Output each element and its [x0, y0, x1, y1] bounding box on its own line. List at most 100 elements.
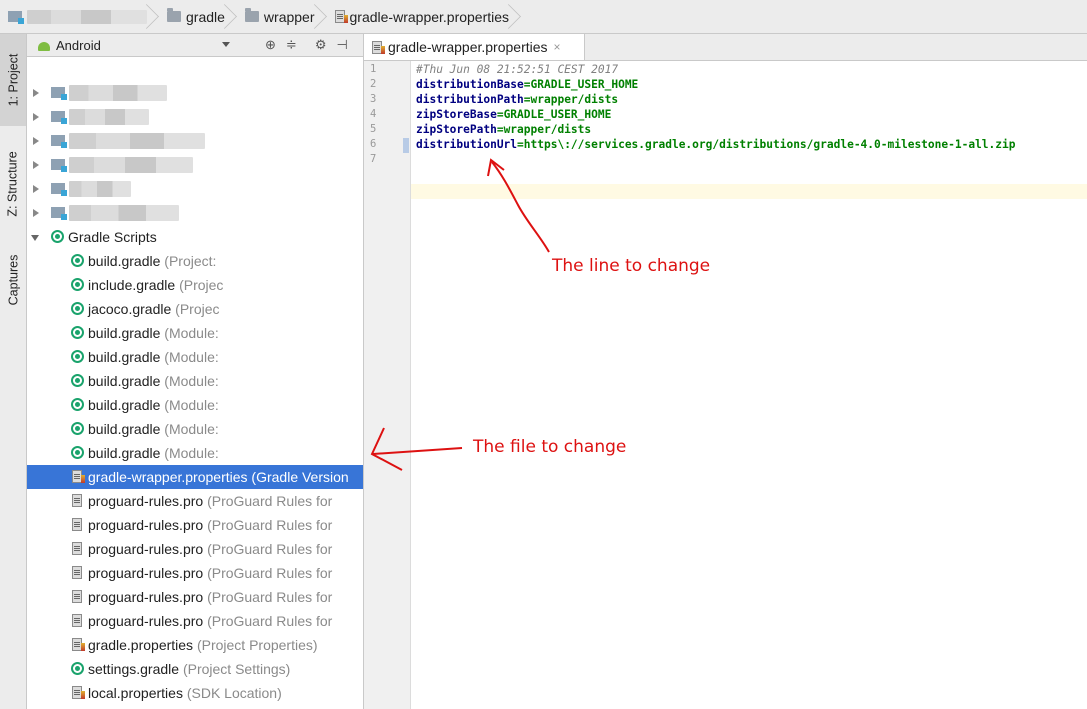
tree-module-row[interactable] — [27, 81, 363, 105]
editor-tab-bar: gradle-wrapper.properties × — [364, 34, 1087, 61]
file-name: gradle-wrapper.properties — [88, 469, 248, 485]
tree-file-row[interactable]: build.gradle (Module: — [27, 441, 363, 465]
tree-file-row[interactable]: proguard-rules.pro (ProGuard Rules for — [27, 489, 363, 513]
gradle-icon — [71, 302, 84, 315]
tree-module-row[interactable] — [27, 153, 363, 177]
properties-icon — [72, 686, 85, 699]
expand-arrow-icon[interactable] — [33, 113, 39, 121]
file-name: build.gradle — [88, 253, 161, 269]
code-line[interactable]: zipStoreBase=GRADLE_USER_HOME — [416, 108, 611, 121]
tree-file-row[interactable]: gradle-wrapper.properties (Gradle Versio… — [27, 465, 363, 489]
file-name: build.gradle — [88, 373, 161, 389]
file-hint: (ProGuard Rules for — [207, 493, 333, 509]
tree-file-row[interactable]: build.gradle (Module: — [27, 417, 363, 441]
expand-arrow-icon[interactable] — [33, 161, 39, 169]
tree-module-row[interactable] — [27, 201, 363, 225]
redacted-module-name — [69, 181, 131, 197]
collapse-all-icon[interactable]: ≑ — [286, 37, 297, 53]
line-number: 6 — [370, 138, 377, 150]
project-panel-header: Android ⊕ ≑ ⚙ ⊣ — [27, 34, 363, 57]
editor-tab[interactable]: gradle-wrapper.properties × — [364, 34, 585, 60]
editor-area: gradle-wrapper.properties × 1 2 3 4 5 6 … — [364, 34, 1087, 709]
scroll-from-source-icon[interactable]: ⊕ — [265, 37, 276, 53]
line-number-gutter: 1 2 3 4 5 6 7 — [364, 61, 411, 709]
properties-icon — [372, 40, 385, 54]
code-line[interactable]: distributionBase=GRADLE_USER_HOME — [416, 78, 638, 91]
expand-arrow-icon[interactable] — [33, 137, 39, 145]
collapse-arrow-icon[interactable] — [31, 235, 39, 241]
tree-file-row[interactable]: local.properties (SDK Location) — [27, 681, 363, 705]
code-line[interactable]: distributionUrl=https\://services.gradle… — [416, 138, 1015, 151]
tree-file-row[interactable]: proguard-rules.pro (ProGuard Rules for — [27, 609, 363, 633]
breadcrumb: gradle wrapper gradle-wrapper.properties — [0, 0, 1087, 34]
close-icon[interactable]: × — [554, 40, 561, 54]
gradle-icon — [71, 326, 84, 339]
tree-module-row[interactable] — [27, 105, 363, 129]
text-file-icon — [72, 566, 82, 579]
tab-structure[interactable]: Z: Structure — [0, 130, 26, 238]
hide-panel-icon[interactable]: ⊣ — [336, 37, 347, 53]
breadcrumb-item-file[interactable]: gradle-wrapper.properties — [321, 0, 516, 33]
tree-file-row[interactable]: build.gradle (Module: — [27, 345, 363, 369]
tree-file-row[interactable]: jacoco.gradle (Projec — [27, 297, 363, 321]
tab-captures[interactable]: Captures — [0, 240, 26, 320]
tab-project[interactable]: 1: Project — [0, 34, 26, 126]
file-name: proguard-rules.pro — [88, 589, 204, 605]
code-line[interactable]: zipStorePath=wrapper/dists — [416, 123, 591, 136]
redacted-module-name — [69, 157, 193, 173]
redacted-project-name — [27, 9, 147, 24]
file-label: build.gradle (Module: — [88, 445, 219, 461]
breadcrumb-item-gradle[interactable]: gradle — [153, 0, 231, 33]
file-hint: (Module: — [164, 421, 219, 437]
file-label: settings.gradle (Project Settings) — [88, 661, 290, 677]
file-label: proguard-rules.pro (ProGuard Rules for — [88, 541, 332, 557]
properties-icon — [334, 10, 348, 23]
expand-arrow-icon[interactable] — [33, 209, 39, 217]
tree-file-row[interactable]: proguard-rules.pro (ProGuard Rules for — [27, 513, 363, 537]
tree-file-row[interactable]: proguard-rules.pro (ProGuard Rules for — [27, 561, 363, 585]
expand-arrow-icon[interactable] — [33, 185, 39, 193]
property-value: =GRADLE_USER_HOME — [496, 108, 612, 121]
annotation-file-note: The file to change — [473, 437, 627, 457]
gear-icon[interactable]: ⚙ — [315, 37, 327, 53]
tree-file-row[interactable]: proguard-rules.pro (ProGuard Rules for — [27, 585, 363, 609]
expand-arrow-icon[interactable] — [33, 89, 39, 97]
property-value: =wrapper/dists — [496, 123, 592, 136]
view-mode-select[interactable]: Android — [56, 38, 101, 53]
text-file-icon — [72, 542, 82, 555]
tab-structure-label: Z: Structure — [6, 151, 21, 217]
chevron-down-icon[interactable] — [222, 42, 230, 47]
tree-file-row[interactable]: proguard-rules.pro (ProGuard Rules for — [27, 537, 363, 561]
file-hint: (ProGuard Rules for — [207, 541, 333, 557]
tree-file-row[interactable]: build.gradle (Module: — [27, 369, 363, 393]
tree-file-row[interactable]: gradle.properties (Project Properties) — [27, 633, 363, 657]
file-hint: (Projec — [179, 277, 224, 293]
code-line[interactable]: distributionPath=wrapper/dists — [416, 93, 618, 106]
tree-file-row[interactable]: build.gradle (Module: — [27, 321, 363, 345]
breadcrumb-item-wrapper[interactable]: wrapper — [231, 0, 321, 33]
line-number: 7 — [370, 153, 377, 165]
tree-file-row[interactable]: build.gradle (Module: — [27, 393, 363, 417]
current-line-highlight — [411, 184, 1087, 199]
file-label: build.gradle (Module: — [88, 397, 219, 413]
tree-file-row[interactable]: settings.gradle (Project Settings) — [27, 657, 363, 681]
code-line[interactable]: #Thu Jun 08 21:52:51 CEST 2017 — [416, 63, 618, 76]
file-label: proguard-rules.pro (ProGuard Rules for — [88, 517, 332, 533]
file-name: build.gradle — [88, 445, 161, 461]
property-key: distributionPath — [416, 93, 524, 106]
property-value: =GRADLE_USER_HOME — [523, 78, 639, 91]
tree-module-row[interactable] — [27, 177, 363, 201]
breadcrumb-project[interactable] — [0, 0, 153, 33]
file-label: build.gradle (Module: — [88, 373, 219, 389]
project-panel: Android ⊕ ≑ ⚙ ⊣ Gradle Scripts build.gra… — [27, 34, 364, 709]
tab-project-label: 1: Project — [6, 53, 20, 107]
gradle-icon — [71, 662, 84, 675]
tree-file-row[interactable]: include.gradle (Projec — [27, 273, 363, 297]
tree-group-gradle-scripts[interactable]: Gradle Scripts — [27, 225, 363, 249]
file-hint: (ProGuard Rules for — [207, 589, 333, 605]
tree-file-row[interactable]: build.gradle (Project: — [27, 249, 363, 273]
module-icon — [51, 111, 67, 124]
tree-module-row[interactable] — [27, 129, 363, 153]
project-icon — [8, 11, 24, 24]
property-key: zipStoreBase — [416, 108, 497, 121]
